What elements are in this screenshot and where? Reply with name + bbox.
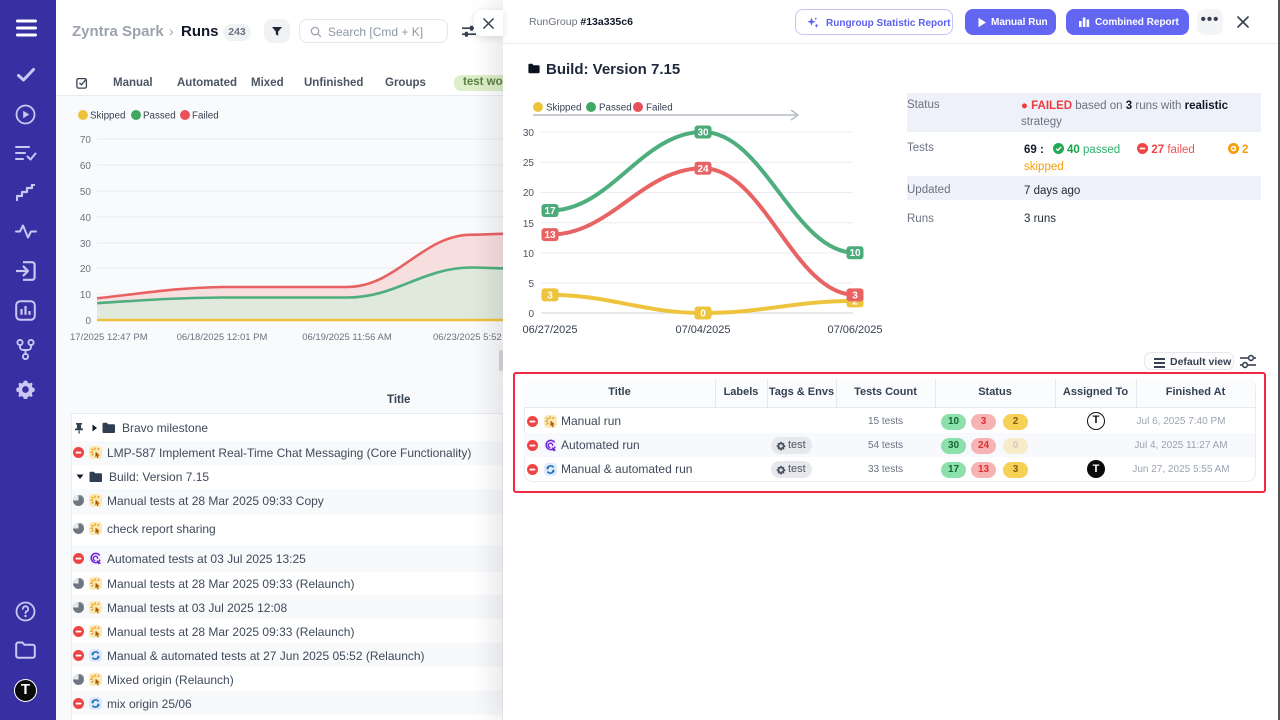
- svg-text:3: 3: [852, 290, 858, 301]
- svg-text:24: 24: [697, 164, 709, 175]
- svg-text:25: 25: [523, 158, 535, 169]
- svg-text:17: 17: [544, 206, 556, 217]
- svg-text:15: 15: [523, 219, 535, 230]
- svg-text:0: 0: [528, 309, 534, 320]
- svg-text:Failed: Failed: [646, 103, 673, 114]
- svg-text:30: 30: [697, 128, 709, 139]
- svg-text:Skipped: Skipped: [546, 103, 581, 114]
- svg-text:07/06/2025: 07/06/2025: [827, 324, 882, 336]
- svg-text:13: 13: [544, 230, 556, 241]
- svg-text:10: 10: [849, 248, 861, 259]
- svg-text:30: 30: [523, 128, 535, 139]
- svg-text:06/27/2025: 06/27/2025: [522, 324, 577, 336]
- svg-text:5: 5: [528, 279, 534, 290]
- svg-text:07/04/2025: 07/04/2025: [675, 324, 730, 336]
- svg-text:Passed: Passed: [599, 103, 632, 114]
- svg-text:20: 20: [523, 188, 535, 199]
- svg-text:10: 10: [523, 249, 535, 260]
- svg-text:3: 3: [547, 290, 553, 301]
- svg-text:0: 0: [700, 309, 706, 320]
